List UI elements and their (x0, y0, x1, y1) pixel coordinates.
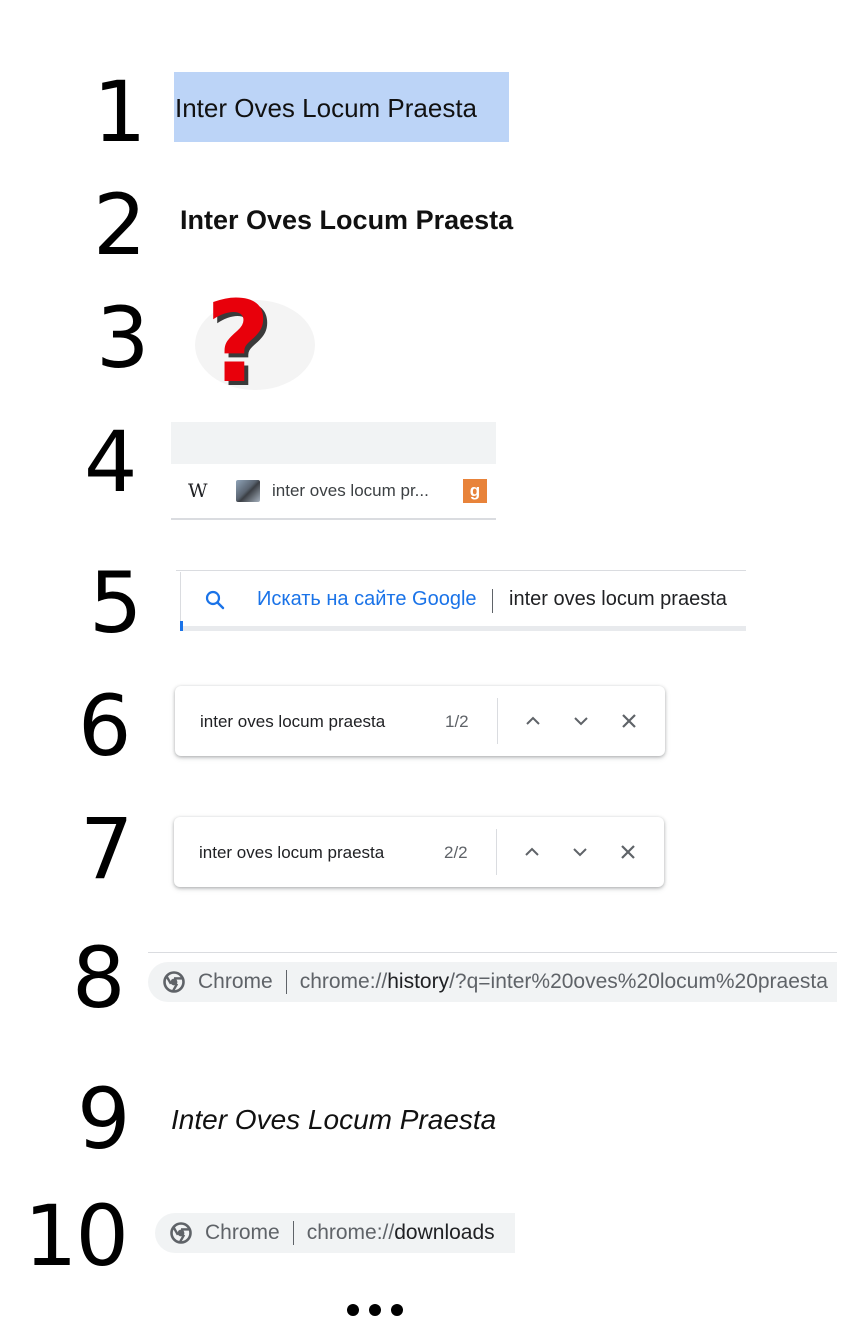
find-divider (496, 829, 497, 875)
find-bar-2: inter oves locum praesta 2/2 (174, 817, 664, 887)
previous-match-button[interactable] (520, 708, 546, 734)
svg-text:?: ? (206, 285, 271, 395)
close-find-button[interactable] (616, 708, 642, 734)
address-bar-top-border (148, 952, 837, 953)
red-question-mark-icon: ? ? (195, 278, 325, 412)
bold-text: Inter Oves Locum Praesta (180, 205, 514, 235)
previous-match-button[interactable] (519, 839, 545, 865)
site-chip-label: Chrome (205, 1221, 280, 1244)
url-scheme: chrome:// (299, 970, 388, 993)
match-count: 1/2 (445, 712, 469, 731)
omnibox-border (176, 570, 746, 571)
step-number-1: 1 (93, 63, 146, 161)
chip-separator (292, 1221, 294, 1245)
omnibox-bottom-border (180, 626, 746, 631)
url-path: /?q=inter%20oves%20locum%20praesta (449, 970, 828, 993)
search-site-hint[interactable]: Искать на сайте Google (257, 588, 477, 611)
find-input[interactable]: inter oves locum praesta (200, 712, 385, 732)
chip-separator (285, 970, 287, 994)
match-count: 2/2 (444, 843, 468, 862)
step-number-4: 4 (84, 413, 137, 511)
wikipedia-icon[interactable]: W (188, 480, 208, 502)
italic-text: Inter Oves Locum Praesta (171, 1104, 497, 1135)
url-host: history (387, 970, 450, 993)
url-host: downloads (394, 1221, 495, 1244)
next-match-button[interactable] (568, 708, 594, 734)
step-number-6: 6 (78, 677, 131, 775)
omnibox-query[interactable]: inter oves locum praesta (509, 588, 727, 611)
step-number-9: 9 (77, 1070, 130, 1168)
step-number-7: 7 (80, 800, 133, 898)
search-icon (204, 589, 226, 611)
selected-text[interactable]: Inter Oves Locum Praesta (175, 93, 477, 124)
more-ellipsis-icon (347, 1304, 403, 1316)
find-divider (497, 698, 498, 744)
url-text[interactable]: chrome://history/?q=inter%20oves%20locum… (300, 970, 828, 994)
find-input[interactable]: inter oves locum praesta (199, 843, 384, 863)
url-text[interactable]: chrome://downloads (307, 1221, 495, 1245)
find-bar-1: inter oves locum praesta 1/2 (175, 686, 665, 756)
omnibox-accent (180, 621, 183, 631)
step-number-10: 10 (24, 1187, 129, 1285)
tab-strip-background (171, 422, 496, 464)
step-number-2: 2 (93, 176, 146, 274)
next-match-button[interactable] (567, 839, 593, 865)
address-bar-downloads[interactable]: Chrome chrome://downloads (155, 1213, 515, 1253)
site-chip-label: Chrome (198, 970, 273, 993)
chrome-icon (163, 971, 185, 993)
orange-g-favicon[interactable]: g (463, 479, 487, 503)
close-find-button[interactable] (615, 839, 641, 865)
tab-title[interactable]: inter oves locum pr... (272, 481, 429, 501)
step-number-5: 5 (89, 554, 142, 652)
url-scheme: chrome:// (306, 1221, 395, 1244)
avatar-favicon[interactable] (236, 480, 260, 502)
omnibox-separator (492, 589, 493, 613)
chrome-icon (170, 1222, 192, 1244)
step-number-3: 3 (96, 289, 149, 387)
step-number-8: 8 (72, 929, 125, 1027)
address-bar-history[interactable]: Chrome chrome://history/?q=inter%20oves%… (148, 962, 837, 1002)
